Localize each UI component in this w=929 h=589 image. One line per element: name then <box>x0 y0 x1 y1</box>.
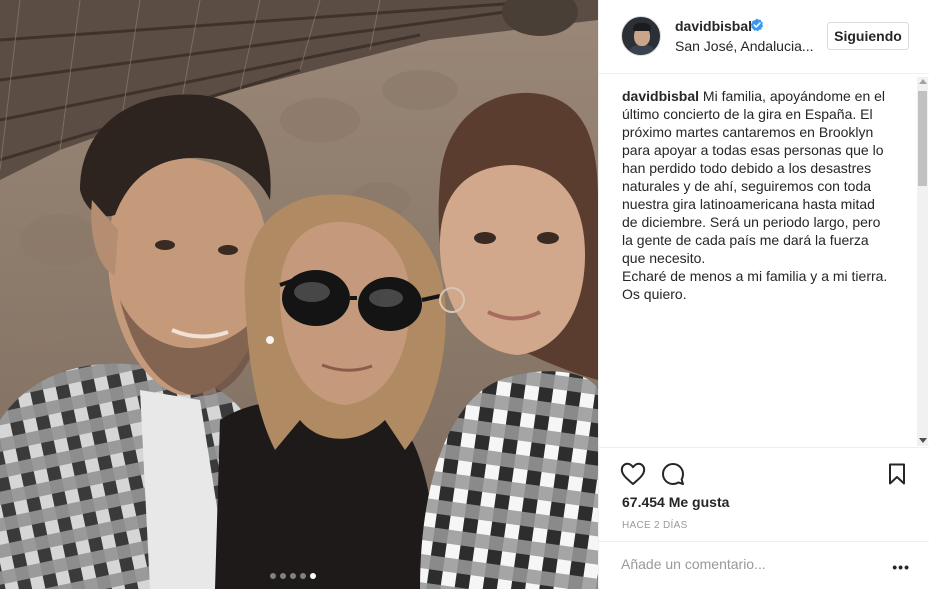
carousel-indicator <box>270 573 316 579</box>
comments-scroll-area[interactable]: davidbisbal Mi familia, apoyándome en el… <box>599 75 929 448</box>
carousel-dot <box>290 573 296 579</box>
comment-bubble-icon <box>662 463 684 485</box>
caption: davidbisbal Mi familia, apoyándome en el… <box>622 87 892 303</box>
caption-username-link[interactable]: davidbisbal <box>622 88 699 104</box>
save-button[interactable] <box>883 460 911 488</box>
more-options-icon[interactable]: ••• <box>892 559 910 575</box>
username-link[interactable]: davidbisbal <box>675 18 752 34</box>
carousel-dot <box>270 573 276 579</box>
comment-form: ••• <box>599 541 929 589</box>
carousel-dot <box>280 573 286 579</box>
verified-badge-icon <box>750 18 764 32</box>
carousel-dot-active <box>310 573 316 579</box>
scroll-up-arrow-icon[interactable] <box>919 79 927 84</box>
scrollbar[interactable] <box>917 77 928 446</box>
scroll-down-arrow-icon[interactable] <box>919 438 927 443</box>
photo-illustration <box>0 0 598 589</box>
bookmark-icon <box>889 463 905 485</box>
likes-count[interactable]: 67.454 Me gusta <box>622 494 729 510</box>
comment-input[interactable] <box>621 556 871 572</box>
post-actions <box>599 452 929 492</box>
scrollbar-thumb[interactable] <box>918 91 927 186</box>
post-side-panel: davidbisbal San José, Andalucia... Sigui… <box>598 0 929 589</box>
carousel-dot <box>300 573 306 579</box>
location-link[interactable]: San José, Andalucia... <box>675 38 814 54</box>
avatar[interactable] <box>621 16 661 56</box>
comment-button[interactable] <box>659 460 687 488</box>
post-timestamp[interactable]: HACE 2 DÍAS <box>622 520 688 531</box>
caption-text: Mi familia, apoyándome en el último conc… <box>622 88 888 302</box>
like-button[interactable] <box>619 460 647 488</box>
post-header: davidbisbal San José, Andalucia... Sigui… <box>599 0 929 74</box>
post-photo[interactable] <box>0 0 598 589</box>
following-button[interactable]: Siguiendo <box>827 22 909 50</box>
heart-icon <box>620 462 646 485</box>
